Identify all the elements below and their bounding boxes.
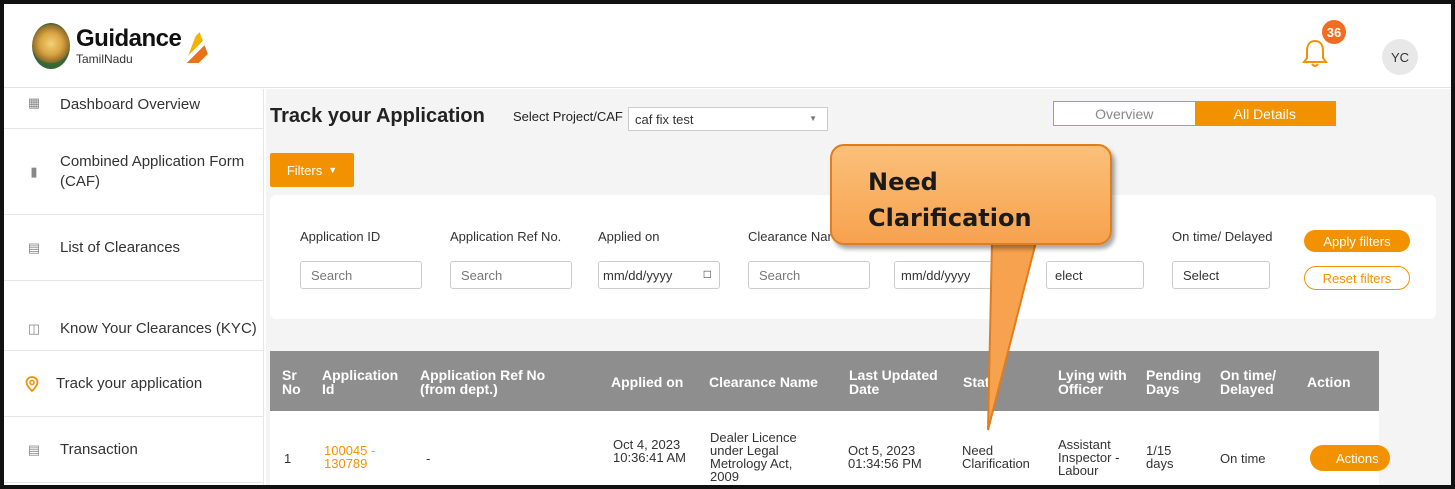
page-title: Track your Application bbox=[270, 105, 485, 127]
cell-last-updated: Oct 5, 2023 01:34:56 PM bbox=[848, 443, 922, 471]
sidebar: ▦ Dashboard Overview ▮ Combined Applicat… bbox=[4, 89, 264, 485]
guidance-logo[interactable]: Guidance TamilNadu bbox=[32, 18, 212, 74]
sidebar-item-caf[interactable]: ▮ Combined Application Form (CAF) bbox=[4, 129, 264, 215]
apply-filters-button[interactable]: Apply filters bbox=[1304, 230, 1410, 252]
tn-emblem-icon bbox=[32, 23, 70, 69]
reset-filters-button[interactable]: Reset filters bbox=[1304, 266, 1410, 290]
filter-label-app-id: Application ID bbox=[300, 229, 381, 244]
col-application-ref: Application Ref No (from dept.) bbox=[420, 367, 546, 397]
filters-button[interactable]: Filters ▼ bbox=[270, 153, 354, 187]
col-sr-no: Sr No bbox=[282, 367, 301, 397]
tab-overview[interactable]: Overview bbox=[1054, 102, 1195, 125]
col-pending-days: Pending Days bbox=[1146, 367, 1202, 397]
document-icon: ▮ bbox=[30, 163, 38, 179]
col-last-updated: Last Updated Date bbox=[849, 367, 938, 397]
clearance-search-input[interactable]: Search bbox=[748, 261, 870, 289]
view-toggle: Overview All Details bbox=[1053, 101, 1336, 126]
project-select[interactable]: caf fix test ▼ bbox=[628, 107, 828, 131]
col-applied-on: Applied on bbox=[611, 374, 684, 390]
callout-annotation: Need Clarification bbox=[830, 144, 1112, 245]
logo-flame-icon bbox=[185, 29, 212, 63]
grid-icon: ▦ bbox=[27, 95, 41, 110]
cell-ontime: On time bbox=[1220, 451, 1266, 466]
cell-app-ref: - bbox=[426, 451, 431, 466]
col-application-id: Application Id bbox=[322, 367, 399, 397]
sidebar-item-clearances[interactable]: ▤ List of Clearances bbox=[4, 215, 264, 281]
table-row: 1 100045 - 130789 - Oct 4, 2023 10:36:41… bbox=[270, 411, 1390, 485]
location-pin-icon bbox=[24, 375, 40, 392]
col-ontime-delayed: On time/ Delayed bbox=[1220, 367, 1277, 397]
status-select[interactable]: elect bbox=[1046, 261, 1144, 289]
col-lying-with-officer: Lying with Officer bbox=[1058, 367, 1127, 397]
cell-clearance-name: Dealer Licence under Legal Metrology Act… bbox=[710, 430, 797, 484]
callout-text: Need Clarification bbox=[868, 168, 1032, 232]
logo-title: Guidance bbox=[76, 25, 182, 52]
filter-label-applied-on: Applied on bbox=[598, 229, 660, 244]
calendar-icon[interactable]: □ bbox=[704, 267, 711, 281]
cell-applied-on: Oct 4, 2023 10:36:41 AM bbox=[613, 437, 686, 465]
caret-down-icon: ▼ bbox=[328, 165, 338, 175]
tab-all-details[interactable]: All Details bbox=[1194, 102, 1335, 125]
cell-lying-with-officer: Assistant Inspector - Labour bbox=[1058, 437, 1120, 478]
col-action: Action bbox=[1307, 374, 1351, 390]
sidebar-item-transaction[interactable]: ▤ Transaction bbox=[4, 417, 264, 483]
top-header: Guidance TamilNadu 36 YC bbox=[4, 4, 1451, 88]
card-icon: ▤ bbox=[27, 441, 41, 457]
cell-status: Need Clarification bbox=[962, 443, 1030, 471]
chevron-down-icon: ▼ bbox=[809, 114, 817, 123]
app-window: Guidance TamilNadu 36 YC ▦ Dashboard Ove… bbox=[0, 0, 1455, 489]
table-header: Sr No Application Id Application Ref No … bbox=[270, 351, 1379, 411]
cell-application-id-link[interactable]: 100045 - 130789 bbox=[324, 444, 384, 470]
filter-label-clearance: Clearance Nar bbox=[748, 229, 832, 244]
project-select-label: Select Project/CAF bbox=[513, 109, 623, 124]
book-icon: ◫ bbox=[27, 320, 41, 336]
filter-label-app-ref: Application Ref No. bbox=[450, 229, 562, 244]
notification-badge[interactable]: 36 bbox=[1320, 18, 1348, 46]
callout-pointer bbox=[987, 242, 1038, 431]
list-icon: ▤ bbox=[27, 239, 41, 255]
applied-on-date-input[interactable]: mm/dd/yyyy □ bbox=[598, 261, 720, 289]
app-id-search-input[interactable]: Search bbox=[300, 261, 422, 289]
col-clearance-name: Clearance Name bbox=[709, 374, 818, 390]
logo-subtitle: TamilNadu bbox=[76, 52, 133, 66]
cell-pending-days: 1/15 days bbox=[1146, 443, 1174, 471]
actions-button[interactable]: Actions bbox=[1310, 445, 1390, 471]
sidebar-item-dashboard[interactable]: ▦ Dashboard Overview bbox=[4, 89, 264, 129]
app-ref-search-input[interactable]: Search bbox=[450, 261, 572, 289]
sidebar-item-kyc[interactable]: ◫ Know Your Clearances (KYC) bbox=[4, 281, 264, 351]
sidebar-item-track[interactable]: Track your application bbox=[4, 351, 264, 417]
cell-sr: 1 bbox=[284, 451, 292, 466]
filter-label-ontime: On time/ Delayed bbox=[1172, 229, 1273, 244]
ontime-select[interactable]: Select bbox=[1172, 261, 1270, 289]
user-avatar[interactable]: YC bbox=[1382, 39, 1418, 75]
